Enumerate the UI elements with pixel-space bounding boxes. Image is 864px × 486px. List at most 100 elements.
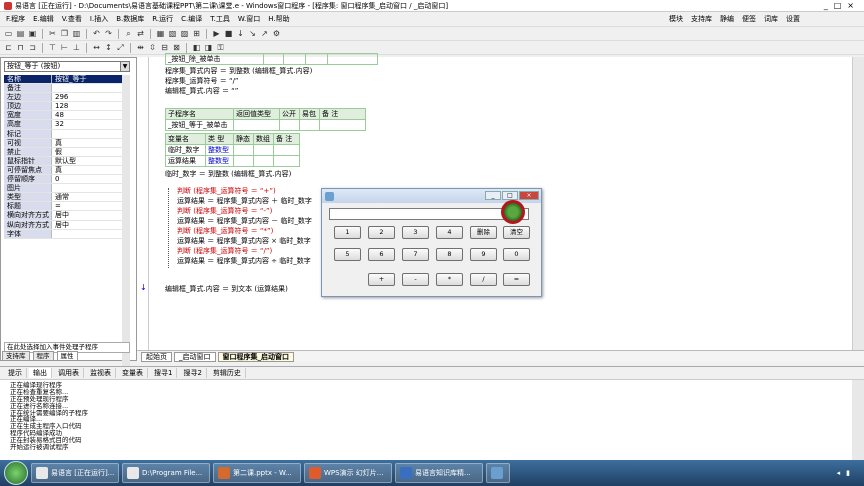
align-right-icon[interactable]: ⊐ (27, 42, 38, 53)
var-type-cell[interactable]: 整数型 (205, 155, 234, 167)
calc-button-1[interactable]: 1 (334, 226, 361, 239)
property-row[interactable]: 宽度 48 (4, 111, 122, 121)
var-name-cell[interactable]: 运算结果 (165, 155, 206, 167)
property-row[interactable]: 标记 (4, 129, 122, 139)
align-center-icon[interactable]: ⊓ (15, 42, 26, 53)
property-value[interactable]: 0 (52, 175, 122, 183)
property-value[interactable] (52, 130, 122, 138)
code-line[interactable]: 判断 (程序集_运算符号 ＝ “/”) (177, 246, 272, 256)
tab-support-lib[interactable]: 支持库 (2, 351, 30, 361)
code-line[interactable]: 运算结果 ＝ 程序集_算式内容 － 临时_数字 (177, 216, 312, 226)
code-line[interactable]: 判断 (程序集_运算符号 ＝ “*”) (177, 226, 273, 236)
property-row[interactable]: 禁止假 (4, 147, 122, 157)
layout-icon[interactable]: ▧ (167, 28, 178, 39)
tab-clip-history[interactable]: 剪辑历史 (209, 368, 246, 378)
calc-maximize-button[interactable]: □ (502, 191, 518, 200)
taskbar-item[interactable]: D:\Program File... (122, 463, 210, 483)
property-row[interactable]: 纵向对齐方式 居中 (4, 220, 122, 230)
send-back-icon[interactable]: ◨ (203, 42, 214, 53)
network-icon[interactable]: ▮ (846, 469, 850, 477)
calc-button-5[interactable]: 5 (334, 248, 361, 261)
step-icon[interactable]: ↓ (235, 28, 246, 39)
var-name-cell[interactable]: 临时_数字 (165, 144, 206, 156)
var-note-cell[interactable] (273, 155, 300, 167)
align-bottom-icon[interactable]: ⊥ (71, 42, 82, 53)
code-line[interactable]: 运算结果 ＝ 程序集_算式内容 ÷ 临时_数字 (177, 256, 311, 266)
calc-multiply-button[interactable]: * (436, 273, 463, 286)
cut-icon[interactable]: ✂ (47, 28, 58, 39)
property-value[interactable]: 默认型 (52, 157, 122, 165)
property-value[interactable]: 居中 (52, 211, 122, 219)
center-v-icon[interactable]: ⊠ (171, 42, 182, 53)
tab-call-stack[interactable]: 调用表 (54, 368, 84, 378)
property-value[interactable]: = (52, 202, 122, 210)
property-value[interactable] (52, 184, 122, 192)
calc-button-3[interactable]: 3 (402, 226, 429, 239)
insert-icon[interactable]: ⊞ (191, 28, 202, 39)
tab-start-page[interactable]: 起始页 (141, 351, 172, 362)
property-row[interactable]: 类型 通常 (4, 193, 122, 203)
align-left-icon[interactable]: ⊏ (3, 42, 14, 53)
menu-window[interactable]: W.窗口 (234, 14, 264, 24)
save-icon[interactable]: ▣ (27, 28, 38, 39)
new-icon[interactable]: ▭ (3, 28, 14, 39)
start-button[interactable] (4, 461, 28, 485)
code-line[interactable]: 临时_数字 ＝ 到整数 (编辑框_算式.内容) (165, 169, 291, 179)
property-value[interactable] (52, 84, 122, 92)
calc-close-button[interactable]: × (519, 191, 539, 200)
property-value[interactable]: 居中 (52, 221, 122, 229)
calc-button-9[interactable]: 9 (470, 248, 497, 261)
table-icon[interactable]: ▨ (179, 28, 190, 39)
close-button[interactable]: × (847, 1, 854, 10)
minimize-button[interactable]: _ (824, 1, 828, 10)
menu-notes[interactable]: 便签 (738, 14, 760, 24)
code-line[interactable]: 运算结果 ＝ 程序集_算式内容 × 临时_数字 (177, 236, 311, 246)
property-row[interactable]: 左边 296 (4, 93, 122, 103)
run-icon[interactable]: ▶ (211, 28, 222, 39)
menu-view[interactable]: V.查看 (58, 14, 86, 24)
menu-settings[interactable]: 设置 (782, 14, 804, 24)
property-row[interactable]: 备注 (4, 84, 122, 94)
calc-delete-button[interactable]: 删除 (470, 226, 497, 239)
center-h-icon[interactable]: ⊟ (159, 42, 170, 53)
menu-help[interactable]: H.帮助 (264, 14, 293, 24)
code-line[interactable]: 判断 (程序集_运算符号 ＝ “+”) (177, 186, 276, 196)
output-scrollbar[interactable] (852, 380, 864, 460)
var-array-cell[interactable] (253, 155, 274, 167)
taskbar-item[interactable]: 易语言知识库精... (395, 463, 483, 483)
component-selector[interactable]: 按钮_等于 (按钮) ▼ (4, 61, 130, 72)
calc-divide-button[interactable]: / (470, 273, 497, 286)
calc-button-7[interactable]: 7 (402, 248, 429, 261)
property-value[interactable]: 通常 (52, 193, 122, 201)
tab-search1[interactable]: 搜寻1 (150, 368, 178, 378)
paste-icon[interactable]: ▥ (71, 28, 82, 39)
code-line[interactable]: 编辑框_算式.内容 ＝ “” (165, 86, 238, 96)
calc-button-2[interactable]: 2 (368, 226, 395, 239)
grid-icon[interactable]: ▦ (155, 28, 166, 39)
menu-tools[interactable]: T.工具 (206, 14, 234, 24)
replace-icon[interactable]: ⇄ (135, 28, 146, 39)
tab-output[interactable]: 输出 (29, 368, 52, 378)
maximize-button[interactable]: □ (834, 1, 842, 10)
menu-database[interactable]: B.数据库 (112, 14, 148, 24)
hspace-icon[interactable]: ⇹ (135, 42, 146, 53)
code-line[interactable]: 程序集_算式内容 ＝ 到整数 (编辑框_算式.内容) (165, 66, 312, 76)
lock-icon[interactable]: ⚿ (215, 42, 226, 53)
calc-minimize-button[interactable]: _ (485, 191, 501, 200)
menu-program[interactable]: F.程序 (2, 14, 29, 24)
property-row[interactable]: 可停留焦点真 (4, 165, 122, 176)
same-height-icon[interactable]: ↕ (103, 42, 114, 53)
property-value[interactable]: 假 (52, 148, 122, 156)
property-row[interactable]: 停留顺序 0 (4, 175, 122, 185)
menu-support-lib[interactable]: 支持库 (687, 14, 716, 24)
var-static-cell[interactable] (233, 155, 254, 167)
same-size-icon[interactable]: ⤢ (115, 42, 126, 53)
step-over-icon[interactable]: ↘ (247, 28, 258, 39)
vspace-icon[interactable]: ⇳ (147, 42, 158, 53)
tab-hint[interactable]: 提示 (4, 368, 27, 378)
calc-display-field[interactable] (329, 208, 529, 220)
tab-window-program-set[interactable]: 窗口程序集_启动窗口 (217, 351, 294, 362)
taskbar-item[interactable]: WPS演示 幻灯片... (304, 463, 392, 483)
code-line[interactable]: 运算结果 ＝ 程序集_算式内容 ＋ 临时_数字 (177, 196, 312, 206)
prev-sub-name[interactable]: _按钮_除_被单击 (165, 53, 264, 65)
